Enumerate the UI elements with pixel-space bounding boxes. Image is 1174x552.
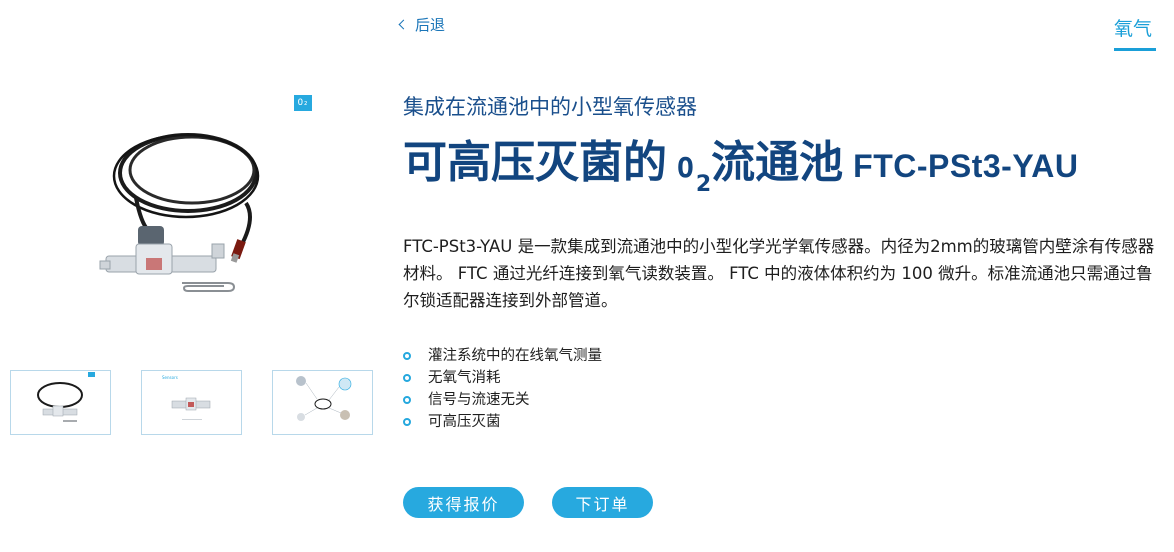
feature-text: 信号与流速无关 [428, 392, 530, 408]
list-item: 无氧气消耗 [403, 367, 602, 389]
category-tab-oxygen[interactable]: 氧气 [1114, 14, 1157, 51]
bullet-icon [403, 396, 411, 404]
place-order-button[interactable]: 下订单 [552, 487, 653, 518]
o2-badge-icon [88, 372, 95, 377]
product-title: 可高压灭菌的 O2 流通池 FTC-PSt3-YAU [403, 132, 1078, 202]
thumbnail-image [37, 382, 83, 422]
gallery-thumbnail-2[interactable]: Sensors [141, 370, 242, 435]
feature-list: 灌注系统中的在线氧气测量 无氧气消耗 信号与流速无关 可高压灭菌 [403, 345, 602, 433]
product-main-image[interactable] [96, 118, 296, 318]
title-model: FTC-PSt3-YAU [853, 148, 1079, 184]
thumbnail-image [171, 397, 211, 420]
list-item: 灌注系统中的在线氧气测量 [403, 345, 602, 367]
get-quote-button[interactable]: 获得报价 [403, 487, 524, 518]
list-item: 信号与流速无关 [403, 389, 602, 411]
feature-text: 可高压灭菌 [428, 414, 501, 430]
feature-text: 灌注系统中的在线氧气测量 [428, 348, 602, 364]
bullet-icon [403, 418, 411, 426]
feature-text: 无氧气消耗 [428, 370, 501, 386]
bullet-icon [403, 352, 411, 360]
list-item: 可高压灭菌 [403, 411, 602, 433]
product-description: FTC-PSt3-YAU 是一款集成到流通池中的小型化学光学氧传感器。内径为2m… [403, 237, 1155, 310]
product-subtitle: 集成在流通池中的小型氧传感器 [403, 95, 697, 119]
title-o2: O [677, 151, 696, 184]
o2-badge-icon: O₂ [294, 95, 312, 111]
thumbnail-image [296, 376, 352, 421]
back-link[interactable]: 后退 [398, 14, 446, 35]
thumbnail-title: Sensors [162, 375, 178, 380]
bullet-icon [403, 374, 411, 382]
title-o2-subscript: 2 [695, 172, 712, 197]
back-label: 后退 [415, 16, 446, 34]
chevron-left-icon [398, 19, 409, 30]
title-main: 可高压灭菌的 [403, 137, 667, 188]
gallery-thumbnail-3[interactable] [272, 370, 373, 435]
title-after: 流通池 [711, 137, 844, 188]
gallery-thumbnail-1[interactable] [10, 370, 111, 435]
